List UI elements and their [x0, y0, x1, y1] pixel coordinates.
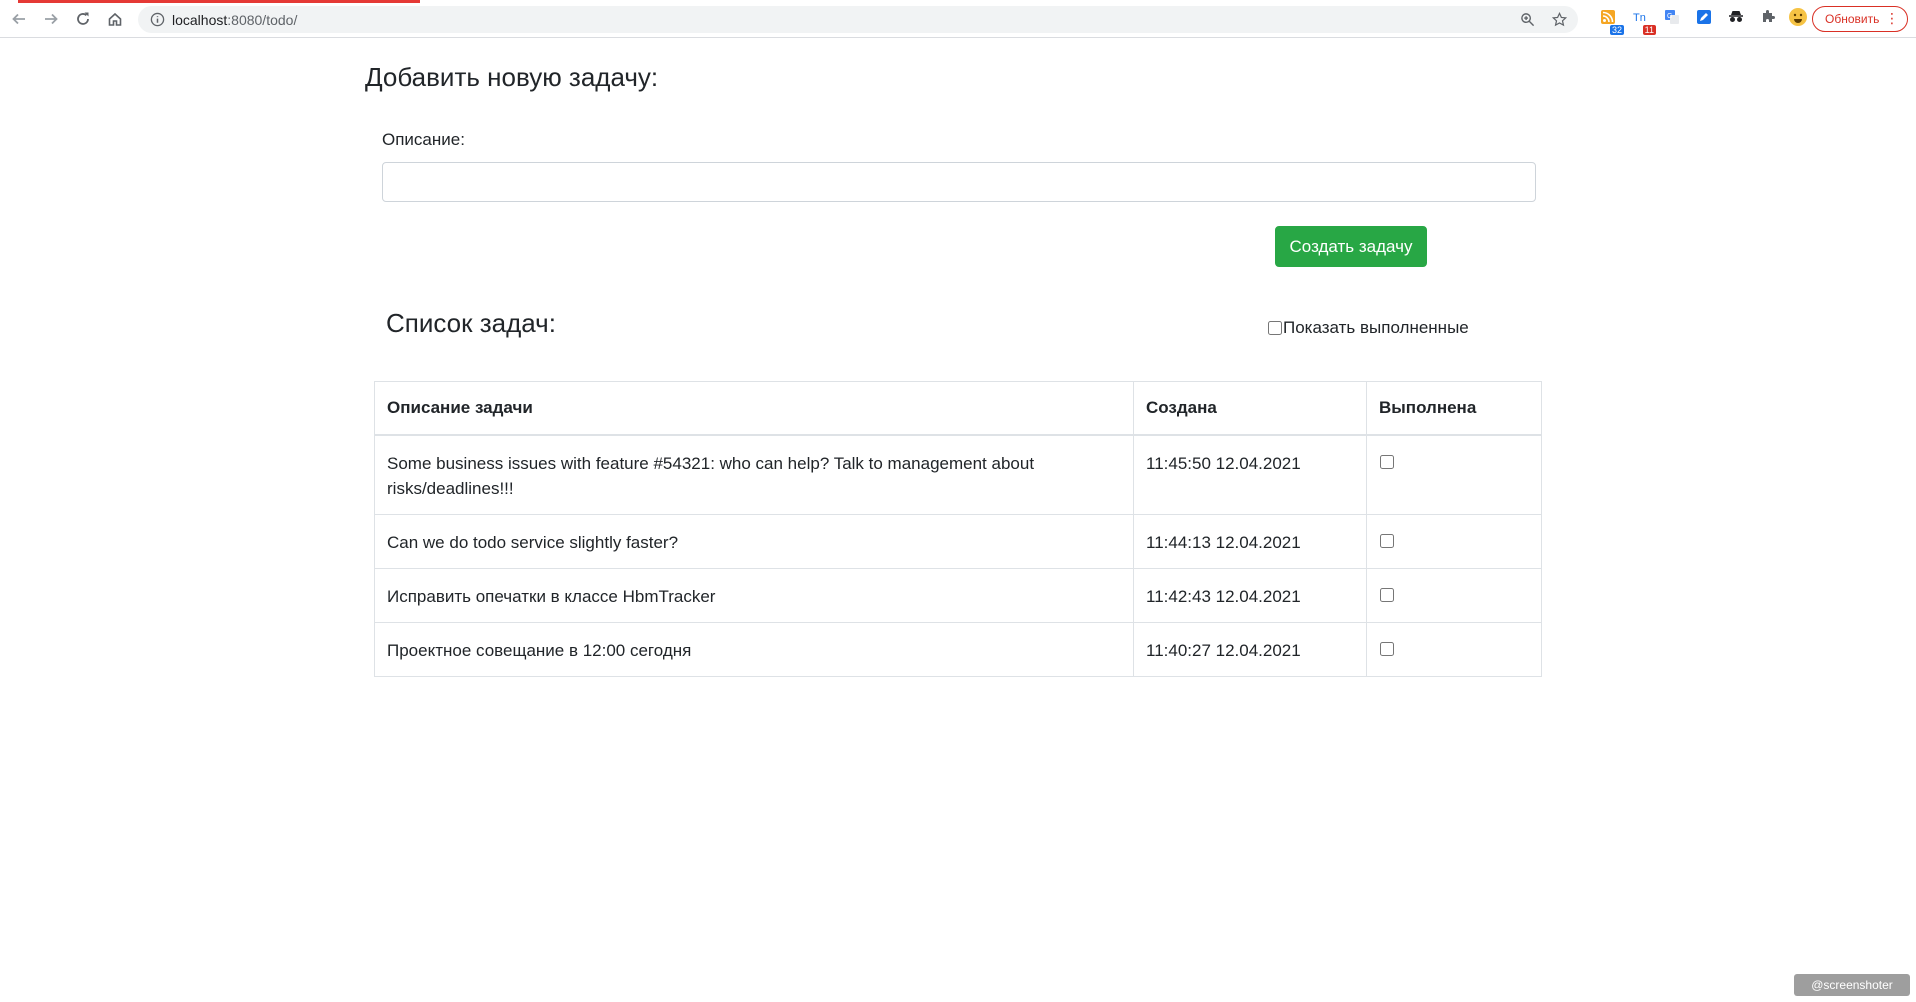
puzzle-icon: [1760, 9, 1776, 30]
table-row: Исправить опечатки в классе HbmTracker 1…: [374, 568, 1542, 623]
arrow-left-icon: [11, 11, 27, 27]
task-list-heading: Список задач:: [386, 308, 556, 338]
translate-badge: 11: [1642, 25, 1656, 35]
task-description: Some business issues with feature #54321…: [374, 434, 1134, 515]
table-row: Can we do todo service slightly faster? …: [374, 514, 1542, 569]
browser-toolbar: localhost:8080/todo/ 32 Tn 11 G Обновить…: [0, 0, 1916, 38]
google-translate-icon: G: [1664, 9, 1680, 30]
extensions-button[interactable]: [1758, 9, 1778, 29]
table-row: Проектное совещание в 12:00 сегодня 11:4…: [374, 622, 1542, 677]
google-translate-extension[interactable]: G: [1662, 9, 1682, 29]
profile-avatar[interactable]: [1788, 7, 1808, 32]
page-loading-bar: [18, 0, 420, 3]
show-completed-toggle[interactable]: Показать выполненные: [1268, 318, 1469, 338]
table-header-row: Описание задачи Создана Выполнена: [374, 381, 1542, 436]
task-description: Can we do todo service slightly faster?: [374, 514, 1134, 569]
column-header-description: Описание задачи: [374, 381, 1134, 436]
table-row: Some business issues with feature #54321…: [374, 434, 1542, 515]
screenshoter-watermark: @screenshoter: [1794, 974, 1910, 996]
update-label: Обновить: [1825, 12, 1880, 26]
forward-button[interactable]: [40, 8, 62, 30]
task-created: 11:42:43 12.04.2021: [1133, 568, 1367, 623]
add-task-heading: Добавить новую задачу:: [365, 62, 659, 92]
show-completed-checkbox[interactable]: [1268, 321, 1282, 335]
arrow-right-icon: [43, 11, 59, 27]
rss-extension[interactable]: 32: [1598, 9, 1624, 35]
task-description: Исправить опечатки в классе HbmTracker: [374, 568, 1134, 623]
column-header-created: Создана: [1133, 381, 1367, 436]
zoom-icon[interactable]: [1520, 12, 1535, 32]
home-icon: [107, 11, 123, 27]
description-input[interactable]: [382, 162, 1536, 202]
task-description: Проектное совещание в 12:00 сегодня: [374, 622, 1134, 677]
task-done-checkbox[interactable]: [1380, 588, 1394, 602]
reload-icon: [75, 11, 91, 27]
task-done-cell: [1366, 568, 1542, 623]
task-created: 11:45:50 12.04.2021: [1133, 434, 1367, 515]
translate-ext[interactable]: Tn 11: [1630, 9, 1656, 35]
task-done-cell: [1366, 622, 1542, 677]
show-completed-label: Показать выполненные: [1283, 318, 1469, 337]
task-created: 11:40:27 12.04.2021: [1133, 622, 1367, 677]
create-task-button[interactable]: Создать задачу: [1275, 226, 1427, 267]
browser-menu-icon[interactable]: ⋮: [1885, 11, 1899, 25]
task-done-checkbox[interactable]: [1380, 642, 1394, 656]
task-done-checkbox[interactable]: [1380, 455, 1394, 469]
home-button[interactable]: [104, 8, 126, 30]
rss-badge: 32: [1609, 25, 1624, 35]
task-done-cell: [1366, 434, 1542, 515]
column-header-done: Выполнена: [1366, 381, 1542, 436]
bookmark-star-icon[interactable]: [1551, 11, 1568, 32]
edit-document-icon: [1696, 9, 1712, 30]
task-created: 11:44:13 12.04.2021: [1133, 514, 1367, 569]
url-text: localhost:8080/todo/: [172, 12, 297, 28]
svg-text:G: G: [1667, 13, 1672, 20]
incognito-extension[interactable]: [1726, 9, 1746, 29]
address-bar[interactable]: localhost:8080/todo/: [138, 6, 1578, 33]
browser-update-button[interactable]: Обновить ⋮: [1812, 6, 1908, 32]
info-icon[interactable]: [150, 12, 165, 32]
incognito-icon: [1727, 9, 1745, 30]
svg-text:Tn: Tn: [1633, 12, 1646, 24]
url-host: localhost: [172, 12, 228, 28]
description-label: Описание:: [382, 130, 465, 149]
reload-button[interactable]: [72, 8, 94, 30]
task-done-checkbox[interactable]: [1380, 534, 1394, 548]
url-path: :8080/todo/: [227, 12, 298, 28]
back-button[interactable]: [8, 8, 30, 30]
emoji-avatar-icon: [1788, 7, 1808, 32]
tasks-table: Описание задачи Создана Выполнена Some b…: [374, 381, 1542, 677]
drive-extension[interactable]: [1694, 9, 1714, 29]
task-done-cell: [1366, 514, 1542, 569]
